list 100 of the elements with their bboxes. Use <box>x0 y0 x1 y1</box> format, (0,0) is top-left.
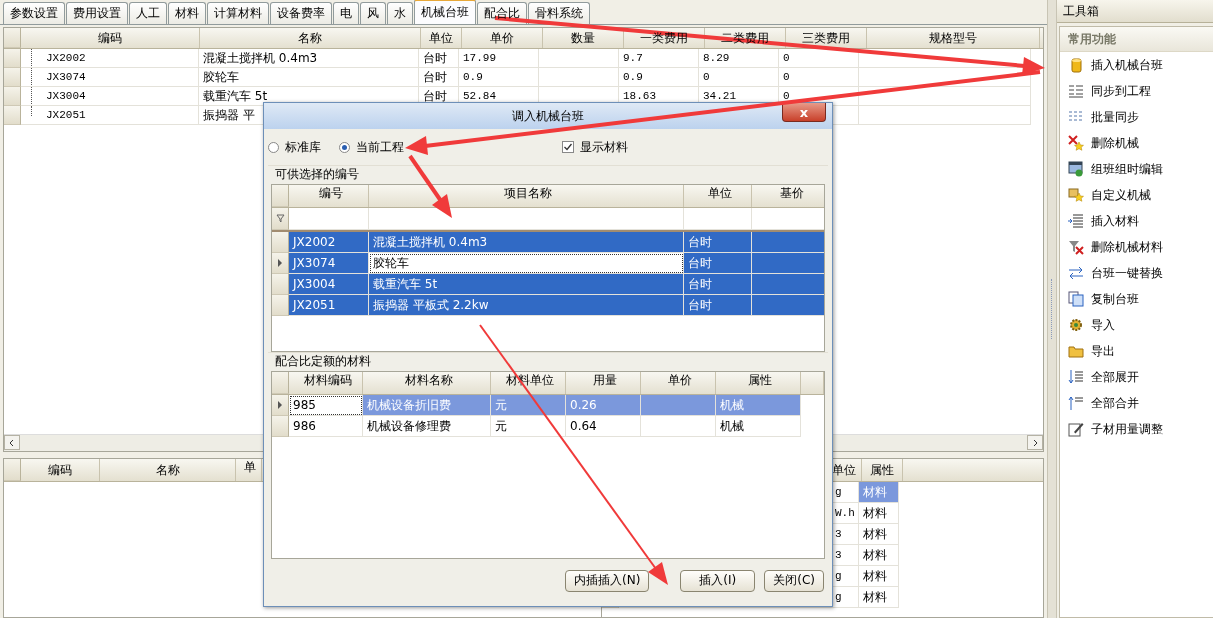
table-cell: 材料 <box>859 482 899 503</box>
table-cell: 载重汽车 5t <box>369 274 684 295</box>
copy-icon <box>1068 291 1084 307</box>
column-header[interactable]: 单位 <box>421 28 462 48</box>
column-header[interactable]: 单位 <box>684 185 752 207</box>
column-header[interactable]: 三类费用 <box>786 28 867 48</box>
radio-option[interactable]: 标准库 <box>268 138 321 156</box>
dialog-title: 调入机械台班 <box>512 107 584 125</box>
column-header[interactable]: 编号 <box>289 185 369 207</box>
tab[interactable]: 风 <box>360 2 386 24</box>
table-cell: 0.9 <box>459 68 539 87</box>
column-header[interactable]: 材料编码 <box>289 372 363 394</box>
list-arrow-icon <box>1068 213 1084 229</box>
column-header[interactable]: 属性 <box>862 459 903 481</box>
column-header[interactable]: 基价 <box>752 185 824 207</box>
dialog-button[interactable]: 插入(I) <box>680 569 756 592</box>
table-cell: JX2051 <box>21 106 199 125</box>
table-cell: 8.29 <box>699 49 779 68</box>
toolbox-item[interactable]: 插入机械台班 <box>1060 52 1213 78</box>
tab[interactable]: 材料 <box>168 2 206 24</box>
toolbox-item[interactable]: 插入材料 <box>1060 208 1213 234</box>
toolbox-item[interactable]: 子材用量调整 <box>1060 416 1213 442</box>
tab[interactable]: 参数设置 <box>3 2 65 24</box>
toolbox-item[interactable]: 全部展开 <box>1060 364 1213 390</box>
tab[interactable]: 费用设置 <box>66 2 128 24</box>
table-cell: 材料 <box>859 545 899 566</box>
toolbox-item[interactable]: 自定义机械 <box>1060 182 1213 208</box>
tab[interactable]: 机械台班 <box>414 0 476 24</box>
tab[interactable]: 配合比 <box>477 2 527 24</box>
table-cell <box>752 253 824 274</box>
funnel-cross-icon <box>1068 239 1084 255</box>
column-header[interactable]: 名称 <box>100 459 236 481</box>
table-cell: 0 <box>699 68 779 87</box>
table-cell: 台时 <box>684 274 752 295</box>
column-header[interactable]: 编码 <box>21 459 100 481</box>
row-header[interactable] <box>272 395 289 416</box>
row-header[interactable] <box>272 253 289 274</box>
table-cell: 台时 <box>419 68 459 87</box>
table-cell: 985 <box>289 395 363 416</box>
dialog-button[interactable]: 关闭(C) <box>764 569 824 592</box>
table-cell <box>752 274 824 295</box>
tab[interactable]: 水 <box>387 2 413 24</box>
filter-icon[interactable] <box>272 208 289 230</box>
table-cell: JX3074 <box>289 253 369 274</box>
table-cell <box>752 295 824 316</box>
toolbox-item[interactable]: 复制台班 <box>1060 286 1213 312</box>
column-header[interactable]: 名称 <box>200 28 421 48</box>
group-label: 可供选择的编号 <box>268 165 828 182</box>
column-header[interactable]: 材料名称 <box>363 372 491 394</box>
toolbox-item[interactable]: 组班组时编辑 <box>1060 156 1213 182</box>
tab[interactable]: 设备费率 <box>270 2 332 24</box>
table-cell: 0 <box>779 68 859 87</box>
checkbox[interactable]: 显示材料 <box>562 138 628 156</box>
row-pointer-icon <box>277 401 283 409</box>
table-cell: 17.99 <box>459 49 539 68</box>
toolbox-item[interactable]: 导入 <box>1060 312 1213 338</box>
toolbox-item[interactable]: 删除机械材料 <box>1060 234 1213 260</box>
table-cell: 材料 <box>859 524 899 545</box>
table-cell <box>752 232 824 253</box>
window-icon <box>1068 161 1084 177</box>
table-cell: 机械设备折旧费 <box>363 395 491 416</box>
dialog-button[interactable]: 内插插入(N) <box>565 569 650 592</box>
table-cell: 材料 <box>859 587 899 608</box>
radio-option[interactable]: 当前工程 <box>339 138 404 156</box>
column-header[interactable]: 数量 <box>543 28 624 48</box>
table-cell: JX2051 <box>289 295 369 316</box>
arrow-down-list-icon <box>1068 369 1084 385</box>
column-header[interactable]: 单价 <box>641 372 716 394</box>
table-cell: 台时 <box>684 253 752 274</box>
column-header[interactable]: 用量 <box>566 372 641 394</box>
table-cell: 986 <box>289 416 363 437</box>
column-header[interactable]: 编码 <box>21 28 200 48</box>
splitter[interactable] <box>1047 0 1057 618</box>
column-header[interactable]: 单 <box>236 459 262 481</box>
toolbox-item[interactable]: 删除机械 <box>1060 130 1213 156</box>
section-header[interactable]: 常用功能 <box>1060 27 1213 52</box>
toolbox-item[interactable]: 台班一键替换 <box>1060 260 1213 286</box>
tab[interactable]: 骨料系统 <box>528 2 590 24</box>
tab[interactable]: 电 <box>333 2 359 24</box>
table-cell: 混凝土搅拌机 0.4m3 <box>369 232 684 253</box>
tab[interactable]: 人工 <box>129 2 167 24</box>
table-cell: 材料 <box>859 566 899 587</box>
table-cell: 台时 <box>419 49 459 68</box>
toolbox-item[interactable]: 全部合并 <box>1060 390 1213 416</box>
edit-icon <box>1068 421 1084 437</box>
table-cell: 材料 <box>859 503 899 524</box>
filter-field[interactable] <box>289 208 369 230</box>
column-header[interactable]: 规格型号 <box>867 28 1040 48</box>
table-cell: 混凝土搅拌机 0.4m3 <box>199 49 419 68</box>
filter-field[interactable] <box>684 208 752 230</box>
close-button[interactable]: x <box>782 103 826 122</box>
toolbox-item[interactable]: 同步到工程 <box>1060 78 1213 104</box>
table-cell: JX3004 <box>289 274 369 295</box>
cylinder-icon <box>1068 57 1084 73</box>
tab[interactable]: 计算材料 <box>207 2 269 24</box>
toolbox-item[interactable]: 批量同步 <box>1060 104 1213 130</box>
column-header[interactable]: 属性 <box>716 372 801 394</box>
table-cell: 胶轮车 <box>199 68 419 87</box>
column-header[interactable]: 单价 <box>462 28 543 48</box>
toolbox-item[interactable]: 导出 <box>1060 338 1213 364</box>
